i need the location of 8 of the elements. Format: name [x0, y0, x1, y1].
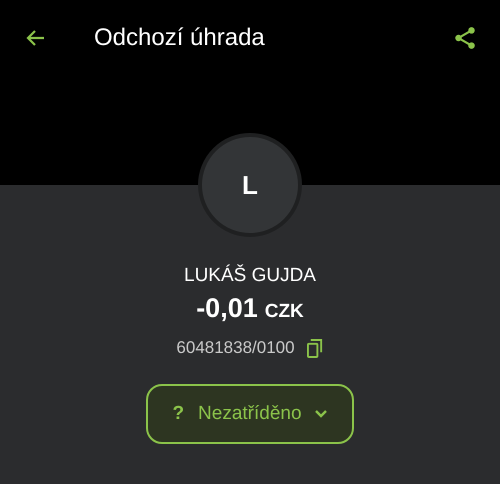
copy-icon[interactable] [306, 338, 324, 358]
screen-title: Odchozí úhrada [94, 24, 266, 52]
amount: -0,01 [196, 293, 258, 324]
currency: CZK [264, 301, 304, 323]
account-number: 60481838/0100 [176, 338, 295, 358]
payee-name: LUKÁŠ GUJDA [184, 265, 316, 287]
chevron-down-icon [314, 409, 328, 419]
category-dropdown[interactable]: ? Nezatříděno [146, 384, 354, 444]
